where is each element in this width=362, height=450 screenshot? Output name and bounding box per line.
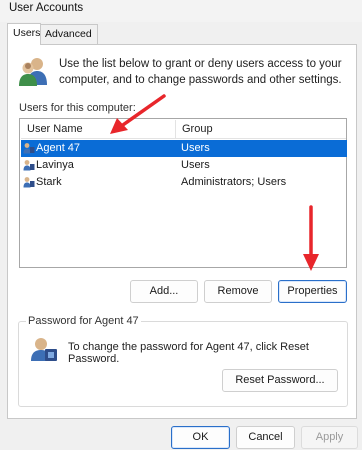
intro-text: Use the list below to grant or deny user… xyxy=(59,58,342,86)
user-group: Users xyxy=(181,159,210,171)
properties-button[interactable]: Properties xyxy=(278,280,347,303)
window-title: User Accounts xyxy=(9,2,84,14)
add-user-button[interactable]: Add... xyxy=(130,280,198,303)
column-header-group[interactable]: Group xyxy=(176,120,346,139)
column-header-user-name[interactable]: User Name xyxy=(21,120,176,139)
user-row-stark[interactable]: Stark Administrators; Users xyxy=(21,174,347,191)
user-key-icon xyxy=(31,338,57,361)
user-name: Lavinya xyxy=(36,159,74,171)
title-bar: User Accounts xyxy=(0,0,362,22)
tab-advanced[interactable]: Advanced xyxy=(40,24,98,44)
user-icon xyxy=(23,143,35,154)
user-group: Administrators; Users xyxy=(181,176,287,188)
reset-password-button[interactable]: Reset Password... xyxy=(222,369,338,392)
user-icon xyxy=(23,177,35,188)
tab-users[interactable]: Users xyxy=(7,23,41,45)
users-list-label: Users for this computer: xyxy=(19,102,136,114)
user-group: Users xyxy=(181,142,210,154)
cancel-button[interactable]: Cancel xyxy=(236,426,295,449)
remove-user-button[interactable]: Remove xyxy=(204,280,272,303)
user-icon xyxy=(23,160,35,171)
user-name: Stark xyxy=(36,176,62,188)
user-row-lavinya[interactable]: Lavinya Users xyxy=(21,157,347,174)
password-group-title: Password for Agent 47 xyxy=(26,315,141,327)
user-name: Agent 47 xyxy=(36,142,81,154)
users-list[interactable]: User Name Group Agent 47 Users Lavinya U… xyxy=(19,118,347,268)
ok-button[interactable]: OK xyxy=(171,426,230,449)
apply-button[interactable]: Apply xyxy=(301,426,358,449)
users-group-icon xyxy=(19,58,47,86)
user-row-agent-47[interactable]: Agent 47 Users xyxy=(21,140,347,157)
password-instructions: To change the password for Agent 47, cli… xyxy=(68,341,309,365)
